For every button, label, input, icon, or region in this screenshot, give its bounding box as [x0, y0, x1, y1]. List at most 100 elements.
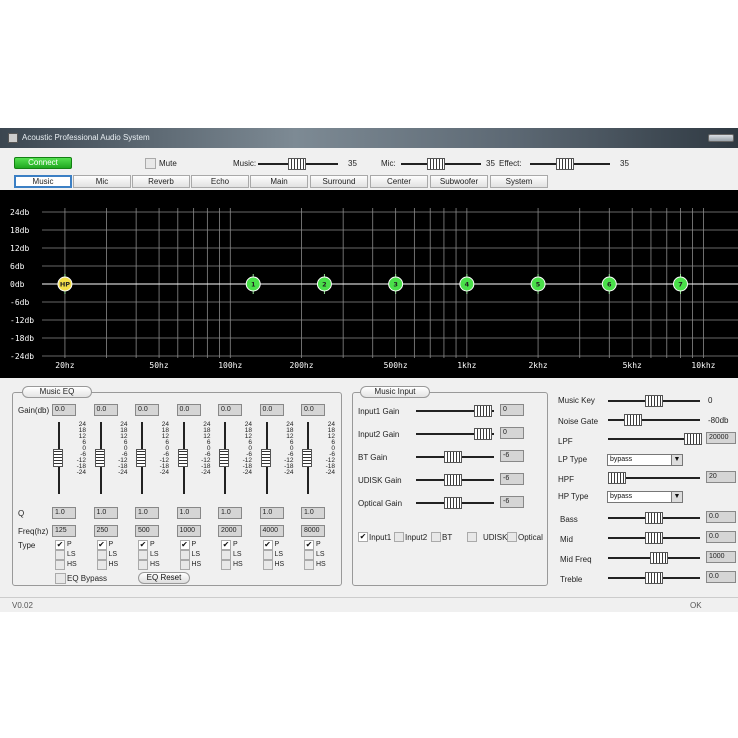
band-gain-field[interactable]: 0.0	[218, 404, 242, 416]
band-type-p-checkbox[interactable]: ✔	[304, 540, 314, 550]
band-type-ls-checkbox[interactable]	[179, 550, 190, 560]
input-source-checkbox[interactable]	[431, 532, 441, 542]
band-q-field[interactable]: 1.0	[52, 507, 76, 519]
band-type-ls-checkbox[interactable]	[221, 550, 231, 560]
input-gain-slider[interactable]	[416, 405, 494, 417]
mid-slider[interactable]	[608, 532, 700, 544]
input-gain-slider[interactable]	[416, 451, 494, 463]
window-control-icon[interactable]	[708, 134, 734, 142]
tab-subwoofer[interactable]: Subwoofer	[430, 175, 488, 188]
band-q-field[interactable]: 1.0	[218, 507, 242, 519]
tab-center[interactable]: Center	[370, 175, 428, 188]
mid-freq-slider[interactable]	[608, 552, 700, 564]
input-source-checkbox[interactable]	[507, 532, 517, 542]
hpf-slider[interactable]	[608, 472, 700, 484]
lpf-value-field[interactable]: 20000	[706, 432, 736, 444]
input-gain-value-field[interactable]: 0	[500, 404, 524, 416]
hpf-value-field[interactable]: 20	[706, 471, 736, 483]
input-source-checkbox[interactable]: ✔	[358, 532, 368, 542]
mid-freq-value-field[interactable]: 1000	[706, 551, 736, 563]
input-gain-slider[interactable]	[416, 474, 494, 486]
bass-slider[interactable]	[608, 512, 700, 524]
input-gain-value-field[interactable]: -6	[500, 496, 524, 508]
tab-music[interactable]: Music	[14, 175, 72, 188]
effect-volume-slider[interactable]	[530, 158, 610, 170]
band-freq-field[interactable]: 2000	[218, 525, 242, 537]
input-gain-slider[interactable]	[416, 428, 494, 440]
band-gain-slider[interactable]	[135, 422, 149, 494]
band-type-p-checkbox[interactable]: ✔	[262, 540, 273, 550]
music-key-slider[interactable]	[608, 395, 700, 407]
chevron-down-icon[interactable]: ▼	[671, 455, 682, 465]
input-gain-value-field[interactable]: -6	[500, 473, 524, 485]
band-freq-field[interactable]: 125	[52, 525, 76, 537]
band-type-hs-checkbox[interactable]	[55, 560, 65, 570]
band-q-field[interactable]: 1.0	[93, 507, 118, 519]
band-type-hs-checkbox[interactable]	[221, 560, 231, 570]
band-gain-slider[interactable]	[52, 422, 66, 494]
band-q-field[interactable]: 1.0	[259, 507, 284, 519]
band-gain-field[interactable]: 0.0	[259, 404, 284, 416]
tab-main[interactable]: Main	[250, 175, 308, 188]
band-type-p-checkbox[interactable]: ✔	[96, 540, 107, 550]
band-type-hs-checkbox[interactable]	[304, 560, 314, 570]
input-gain-value-field[interactable]: -6	[500, 450, 524, 462]
band-gain-slider[interactable]	[94, 422, 108, 494]
bass-value-field[interactable]: 0.0	[706, 511, 736, 523]
noise-gate-slider[interactable]	[608, 414, 700, 426]
lpf-slider[interactable]	[608, 433, 702, 445]
band-freq-field[interactable]: 250	[93, 525, 118, 537]
input-gain-value-field[interactable]: 0	[500, 427, 524, 439]
band-q-field[interactable]: 1.0	[135, 507, 159, 519]
tab-system[interactable]: System	[490, 175, 548, 188]
band-type-hs-checkbox[interactable]	[138, 560, 148, 570]
band-freq-field[interactable]: 1000	[176, 525, 201, 537]
input-source-checkbox[interactable]	[467, 532, 477, 542]
band-type-hs-checkbox[interactable]	[262, 560, 273, 570]
band-type-ls-checkbox[interactable]	[138, 550, 148, 560]
band-gain-slider[interactable]	[218, 422, 232, 494]
band-type-ls-checkbox[interactable]	[304, 550, 314, 560]
connect-button[interactable]: Connect	[14, 157, 72, 169]
mute-checkbox[interactable]	[145, 158, 156, 169]
lp-type-dropdown[interactable]: bypass ▼	[607, 454, 683, 466]
input-gain-slider[interactable]	[416, 497, 494, 509]
band-type-p-checkbox[interactable]: ✔	[55, 540, 65, 550]
band-type-hs-checkbox[interactable]	[96, 560, 107, 570]
music-volume-slider[interactable]	[258, 158, 338, 170]
band-gain-field[interactable]: 0.0	[93, 404, 118, 416]
band-type-ls-checkbox[interactable]	[262, 550, 273, 560]
band-type-ls-checkbox[interactable]	[96, 550, 107, 560]
band-freq-field[interactable]: 8000	[301, 525, 325, 537]
chevron-down-icon[interactable]: ▼	[671, 492, 682, 502]
band-gain-slider[interactable]	[301, 422, 315, 494]
band-freq-field[interactable]: 4000	[259, 525, 284, 537]
tab-mic[interactable]: Mic	[73, 175, 131, 188]
treble-slider[interactable]	[608, 572, 700, 584]
tab-surround[interactable]: Surround	[310, 175, 368, 188]
band-q-field[interactable]: 1.0	[176, 507, 201, 519]
mic-volume-slider[interactable]	[401, 158, 481, 170]
band-gain-field[interactable]: 0.0	[52, 404, 76, 416]
band-gain-slider[interactable]	[260, 422, 274, 494]
tab-reverb[interactable]: Reverb	[132, 175, 190, 188]
band-gain-field[interactable]: 0.0	[301, 404, 325, 416]
band-gain-field[interactable]: 0.0	[135, 404, 159, 416]
band-type-p-checkbox[interactable]: ✔	[221, 540, 231, 550]
band-type-p-checkbox[interactable]: ✔	[138, 540, 148, 550]
tab-echo[interactable]: Echo	[191, 175, 249, 188]
hp-type-dropdown[interactable]: bypass ▼	[607, 491, 683, 503]
band-gain-field[interactable]: 0.0	[176, 404, 201, 416]
eq-graph-canvas[interactable]: 24db 18db 12db 6db 0db -6db -12db -18db -24db 20h…	[0, 190, 738, 378]
eq-bypass-checkbox[interactable]	[55, 573, 66, 584]
band-type-hs-checkbox[interactable]	[179, 560, 190, 570]
band-gain-slider[interactable]	[177, 422, 191, 494]
treble-value-field[interactable]: 0.0	[706, 571, 736, 583]
eq-reset-button[interactable]: EQ Reset	[138, 572, 190, 584]
input-source-checkbox[interactable]	[394, 532, 404, 542]
band-freq-field[interactable]: 500	[135, 525, 159, 537]
band-type-p-checkbox[interactable]: ✔	[179, 540, 190, 550]
mid-value-field[interactable]: 0.0	[706, 531, 736, 543]
band-q-field[interactable]: 1.0	[301, 507, 325, 519]
band-type-ls-checkbox[interactable]	[55, 550, 65, 560]
